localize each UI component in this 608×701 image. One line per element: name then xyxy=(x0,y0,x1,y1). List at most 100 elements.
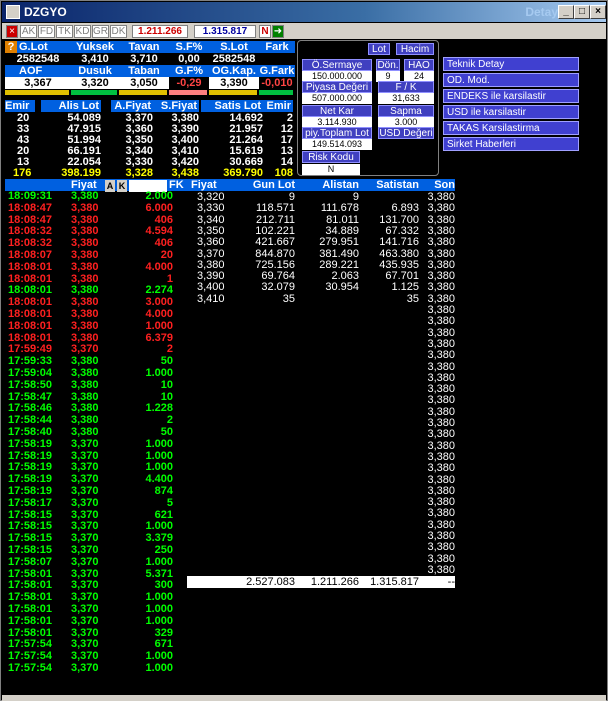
pricedist-son-cell: 3,380 xyxy=(427,326,455,339)
pricedist-cell: 81.011 xyxy=(326,213,359,226)
trade-time: 18:08:01 xyxy=(8,260,53,273)
trade-lot: 2.274 xyxy=(145,284,173,297)
summary-row2-values-1: 3,320 xyxy=(71,77,119,89)
trade-price: 3,370 xyxy=(71,485,99,497)
depth-header-3[interactable]: S.Fiyat xyxy=(153,100,199,112)
pricedist-header-4[interactable]: Son xyxy=(419,179,455,191)
trade-lot: 50 xyxy=(160,355,173,368)
info-label-5[interactable]: Net Kar xyxy=(302,105,372,117)
trade-lot: 5 xyxy=(166,496,173,509)
trade-price: 3,380 xyxy=(71,190,99,202)
trade-time: 17:59:33 xyxy=(8,355,53,368)
trade-lot: 4.000 xyxy=(145,260,173,273)
pricedist-total-cell: 2.527.083 xyxy=(246,576,295,588)
menu-item-4[interactable]: TAKAS Karsilastirma xyxy=(443,121,579,135)
trade-time: 17:58:15 xyxy=(8,508,53,521)
depth-header-1[interactable]: Alis Lot xyxy=(41,100,101,112)
summary-row1-values-2: 3,710 xyxy=(119,53,169,65)
trade-lot: 1.000 xyxy=(145,591,173,604)
info-label-0[interactable]: Ö.Sermaye xyxy=(302,59,372,71)
tab-dk[interactable]: DK xyxy=(110,25,127,38)
tab-fd[interactable]: FD xyxy=(38,25,55,38)
menu-item-3[interactable]: USD ile karsilastir xyxy=(443,105,579,119)
tab-tk[interactable]: TK xyxy=(56,25,73,38)
trade-time: 17:58:46 xyxy=(8,402,53,415)
pricedist-cell: 3,400 xyxy=(197,281,225,294)
pricedist-header-2[interactable]: Alistan xyxy=(295,179,359,191)
trade-time: 17:58:17 xyxy=(8,496,53,509)
horizontal-scrollbar[interactable] xyxy=(2,695,606,701)
trade-price: 3,380 xyxy=(71,414,99,427)
trade-price: 3,370 xyxy=(71,532,99,545)
tab-gr[interactable]: GR xyxy=(92,25,109,38)
trade-time: 18:08:01 xyxy=(8,284,53,297)
info-label-4[interactable]: F / K xyxy=(378,81,434,93)
depth-header-2[interactable]: A.Fiyat xyxy=(111,100,153,112)
trade-time: 17:58:01 xyxy=(8,614,53,627)
pricedist-cell: 3,360 xyxy=(197,236,225,249)
trade-lot: 1.000 xyxy=(145,555,173,568)
info-label-7[interactable]: piy.Toplam Lot xyxy=(302,127,372,139)
title-bar[interactable]: DZGYO Detay _ □ × xyxy=(2,2,606,22)
menu-item-2[interactable]: ENDEKS ile karsilastir xyxy=(443,89,579,103)
pricedist-son-cell: 3,380 xyxy=(427,552,455,565)
trade-price: 3,370 xyxy=(71,461,99,474)
indicator-bar xyxy=(169,90,207,95)
trade-price: 3,380 xyxy=(71,319,99,332)
trade-lot: 4.594 xyxy=(145,225,173,238)
trade-time: 17:57:54 xyxy=(8,662,53,674)
close-icon[interactable]: × xyxy=(590,5,606,19)
pricedist-cell: 111.678 xyxy=(320,202,359,215)
minimize-icon[interactable]: _ xyxy=(558,5,574,19)
depth-header-0[interactable]: Emir xyxy=(5,100,35,112)
info-label-3[interactable]: Piyasa Değeri xyxy=(302,81,372,93)
trade-time: 17:58:15 xyxy=(8,520,53,533)
trade-price: 3,370 xyxy=(71,638,99,651)
trade-price: 3,370 xyxy=(71,508,99,521)
trade-price: 3,380 xyxy=(71,390,99,403)
trade-price: 3,370 xyxy=(71,343,99,356)
summary-row1-headers-2: Tavan xyxy=(119,41,169,53)
pricedist-cell: 3,380 xyxy=(427,213,455,226)
tab-ak[interactable]: AK xyxy=(20,25,37,38)
trade-lot: 1.000 xyxy=(145,461,173,474)
trade-lot: 2 xyxy=(166,343,173,356)
info-label-8[interactable]: USD Değeri xyxy=(378,127,434,139)
toolbar: × AK FD TK KD GR DK 1.211.266 1.315.817 N ➜ xyxy=(2,23,606,39)
trade-time: 17:58:19 xyxy=(8,449,53,462)
tab-kd[interactable]: KD xyxy=(74,25,91,38)
pricedist-cell: 1.125 xyxy=(391,281,419,294)
trade-lot: 2 xyxy=(166,414,173,427)
menu-item-0[interactable]: Teknik Detay xyxy=(443,57,579,71)
info-label-1[interactable]: Dön. xyxy=(376,59,400,71)
maximize-icon[interactable]: □ xyxy=(574,5,590,19)
trade-price: 3,380 xyxy=(71,213,99,226)
info-label-6[interactable]: Sapma xyxy=(378,105,434,117)
pricedist-header-3[interactable]: Satistan xyxy=(359,179,419,191)
trade-price: 3,370 xyxy=(71,614,99,627)
pricedist-header-1[interactable]: Gun Lot xyxy=(237,179,295,191)
pricedist-cell: 3,380 xyxy=(427,281,455,294)
pricedist-header-0[interactable]: Fiyat xyxy=(187,179,237,191)
trade-lot: 671 xyxy=(154,638,173,651)
info-label-2[interactable]: HAO xyxy=(404,59,434,71)
indicator-bar xyxy=(71,90,117,95)
menu-item-5[interactable]: Sirket Haberleri xyxy=(443,137,579,151)
hacim-button[interactable]: Hacim xyxy=(396,43,434,55)
trade-time: 17:58:19 xyxy=(8,485,53,497)
summary-row1-values-0: 2582548 xyxy=(5,53,71,65)
pricedist-cell: 35 xyxy=(406,292,419,305)
depth-total-cell: 3,438 xyxy=(171,167,199,179)
help-icon[interactable]: ? xyxy=(5,41,17,53)
depth-header-4[interactable]: Satis Lot xyxy=(201,100,263,112)
trade-price: 3,370 xyxy=(71,650,99,663)
depth-header-5[interactable]: Emir xyxy=(263,100,293,112)
close-tab-icon[interactable]: × xyxy=(6,25,18,38)
lot-button[interactable]: Lot xyxy=(368,43,390,55)
pricedist-cell: 6.893 xyxy=(391,202,419,215)
trade-lot: 1.000 xyxy=(145,437,173,450)
main-window: DZGYO Detay _ □ × × AK FD TK KD GR DK 1.211.2… xyxy=(0,0,608,701)
menu-item-1[interactable]: OD. Mod. xyxy=(443,73,579,87)
arrow-right-icon[interactable]: ➜ xyxy=(272,25,284,38)
trade-time: 18:08:32 xyxy=(8,225,53,238)
